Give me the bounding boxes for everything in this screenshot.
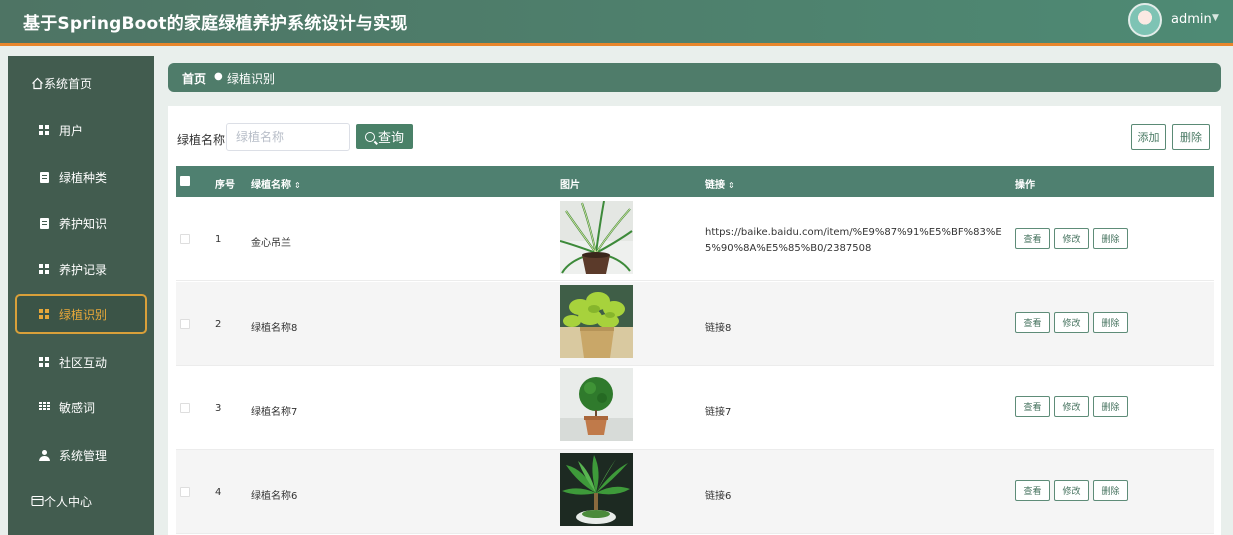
row-name: 绿植名称8: [251, 323, 298, 334]
row-link[interactable]: 链接7: [705, 403, 731, 418]
sidebar-item-label: 敏感词: [59, 400, 96, 415]
sidebar-item-label: 养护记录: [59, 262, 108, 277]
document-icon: [37, 170, 51, 184]
sidebar-item-users[interactable]: 用户: [8, 111, 154, 149]
edit-button[interactable]: 修改: [1054, 480, 1089, 501]
row-link[interactable]: https://baike.baidu.com/item/%E9%87%91%E…: [705, 225, 1013, 257]
delete-button[interactable]: 删除: [1093, 480, 1128, 501]
column-header-link[interactable]: 链接 ⇕: [705, 176, 735, 191]
breadcrumb: 首页 ● 绿植识别: [168, 63, 1221, 92]
sidebar-item-label: 系统首页: [44, 76, 93, 91]
row-index: 3: [215, 403, 222, 414]
column-header-name[interactable]: 绿植名称 ⇕: [251, 176, 301, 191]
edit-button[interactable]: 修改: [1054, 396, 1089, 417]
grid-icon: [37, 355, 51, 369]
column-header-index: 序号: [215, 180, 235, 191]
spider-plant-image[interactable]: [560, 201, 633, 274]
row-checkbox[interactable]: [180, 487, 190, 497]
query-button[interactable]: 查询: [356, 124, 413, 149]
search-label: 绿植名称: [177, 133, 226, 147]
list-icon: [37, 400, 51, 414]
breadcrumb-home[interactable]: 首页: [182, 70, 206, 87]
column-header-link-label: 链接: [705, 180, 725, 191]
row-index: 4: [215, 487, 222, 498]
row-link[interactable]: 链接6: [705, 487, 731, 502]
column-header-name-label: 绿植名称: [251, 180, 291, 191]
sidebar-item-community[interactable]: 社区互动: [8, 343, 154, 381]
add-button[interactable]: 添加: [1131, 124, 1166, 150]
pothos-plant-image[interactable]: [560, 285, 633, 358]
user-name[interactable]: admin: [1171, 12, 1212, 27]
row-link[interactable]: 链接8: [705, 319, 731, 334]
sort-icon[interactable]: ⇕: [728, 181, 735, 190]
edit-button[interactable]: 修改: [1054, 228, 1089, 249]
column-header-image: 图片: [560, 180, 580, 191]
table-row: 1 金心吊兰 https://baike.baidu.com/item/%E9%…: [176, 197, 1214, 281]
sidebar-item-plant-recognition[interactable]: 绿植识别: [15, 294, 147, 334]
search-input[interactable]: [226, 123, 350, 151]
column-header-actions: 操作: [1015, 180, 1035, 191]
sidebar-item-system-management[interactable]: 系统管理: [8, 436, 154, 474]
select-all-checkbox[interactable]: [180, 176, 190, 186]
sidebar-item-label: 社区互动: [59, 355, 108, 370]
table-row: 2 绿植名称8 链接8 查看 修改 删除: [176, 282, 1214, 366]
user-icon: [37, 448, 51, 462]
money-tree-image[interactable]: [560, 453, 633, 526]
row-name: 绿植名称7: [251, 407, 298, 418]
bulk-delete-button[interactable]: 删除: [1172, 124, 1210, 150]
breadcrumb-separator: ●: [214, 71, 223, 82]
edit-button[interactable]: 修改: [1054, 312, 1089, 333]
home-icon: [30, 76, 44, 90]
table-header: 序号 绿植名称 ⇕ 图片 链接 ⇕ 操作: [176, 166, 1214, 197]
query-button-label: 查询: [377, 130, 404, 145]
sidebar-item-home[interactable]: 系统首页: [8, 64, 154, 102]
sidebar-item-care-knowledge[interactable]: 养护知识: [8, 204, 154, 242]
delete-button[interactable]: 删除: [1093, 228, 1128, 249]
view-button[interactable]: 查看: [1015, 228, 1050, 249]
sidebar-item-plant-types[interactable]: 绿植种类: [8, 158, 154, 196]
sidebar-item-label: 用户: [59, 123, 84, 138]
row-checkbox[interactable]: [180, 403, 190, 413]
delete-button[interactable]: 删除: [1093, 312, 1128, 333]
sidebar-item-sensitive-words[interactable]: 敏感词: [8, 388, 154, 426]
sidebar-item-label: 系统管理: [59, 448, 108, 463]
topiary-plant-image[interactable]: [560, 368, 633, 441]
sidebar-item-label: 个人中心: [44, 494, 93, 509]
view-button[interactable]: 查看: [1015, 312, 1050, 333]
sidebar-item-label: 绿植种类: [59, 170, 108, 185]
grid-icon: [37, 307, 51, 321]
grid-icon: [37, 123, 51, 137]
search-icon: [364, 131, 375, 142]
row-index: 2: [215, 319, 222, 330]
document-icon: [37, 216, 51, 230]
avatar[interactable]: [1128, 3, 1162, 37]
view-button[interactable]: 查看: [1015, 396, 1050, 417]
app-title: 基于SpringBoot的家庭绿植养护系统设计与实现: [23, 14, 408, 34]
row-checkbox[interactable]: [180, 319, 190, 329]
table-row: 3 绿植名称7 链接7 查看 修改 删除: [176, 366, 1214, 450]
sidebar: 系统首页 用户 绿植种类 养护知识 养护记录 绿植识别 社区互动 敏感词 系统管…: [8, 56, 154, 535]
sidebar-item-label: 养护知识: [59, 216, 108, 231]
row-name: 金心吊兰: [251, 238, 291, 249]
row-checkbox[interactable]: [180, 234, 190, 244]
profile-icon: [30, 494, 44, 508]
sidebar-item-profile[interactable]: 个人中心: [8, 482, 154, 520]
row-name: 绿植名称6: [251, 491, 298, 502]
caret-down-icon[interactable]: ▼: [1212, 13, 1219, 23]
breadcrumb-current: 绿植识别: [227, 72, 276, 86]
delete-button[interactable]: 删除: [1093, 396, 1128, 417]
row-index: 1: [215, 234, 222, 245]
sidebar-item-label: 绿植识别: [59, 307, 108, 322]
top-header: 基于SpringBoot的家庭绿植养护系统设计与实现 admin ▼: [0, 0, 1233, 46]
sidebar-item-care-records[interactable]: 养护记录: [8, 250, 154, 288]
grid-icon: [37, 262, 51, 276]
view-button[interactable]: 查看: [1015, 480, 1050, 501]
table-row: 4 绿植名称6 链接6 查看 修改 删除: [176, 450, 1214, 534]
sort-icon[interactable]: ⇕: [294, 181, 301, 190]
